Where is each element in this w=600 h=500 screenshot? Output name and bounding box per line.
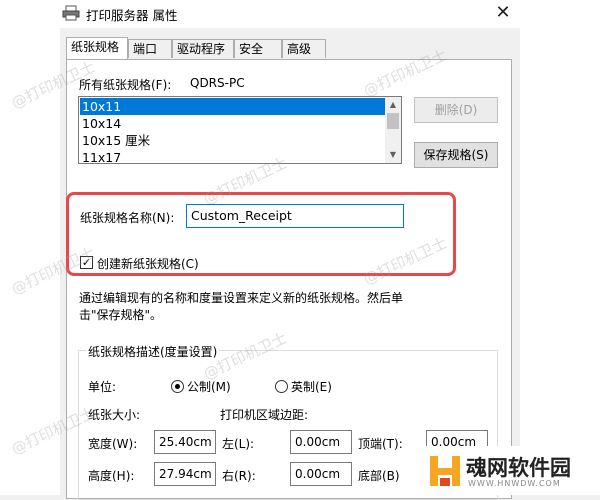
right-margin-label: 右(R):: [222, 469, 256, 483]
create-form-label: 创建新纸张规格(C): [97, 257, 199, 271]
form-name-label: 纸张规格名称(N):: [80, 211, 175, 225]
tab-ports[interactable]: 端口: [128, 39, 172, 58]
forms-listbox[interactable]: 10x11 10x14 10x15 厘米 11x17 ▲ ▼: [78, 96, 402, 164]
list-item[interactable]: 10x14: [80, 115, 385, 132]
height-label: 高度(H):: [88, 469, 135, 483]
measurements-group-title: 纸张规格描述(度量设置): [86, 343, 220, 360]
margins-label: 打印机区域边距:: [220, 408, 309, 422]
delete-button[interactable]: 删除(D): [414, 97, 498, 123]
left-margin-label: 左(L):: [222, 437, 255, 451]
brand-name: 魂网软件园: [466, 456, 571, 480]
description-line-2: 击"保存规格"。: [79, 308, 163, 322]
background-right: [520, 0, 600, 495]
tab-security[interactable]: 安全: [234, 39, 282, 58]
close-button[interactable]: ✕: [492, 3, 514, 23]
english-radio[interactable]: [275, 380, 288, 393]
description-line-1: 通过编辑现有的名称和度量设置来定义新的纸张规格。然后单: [79, 291, 404, 305]
brand-url: WWW.HNWDW.COM: [468, 479, 561, 488]
form-name-input[interactable]: Custom_Receipt: [186, 204, 404, 228]
brand-mark-icon: [430, 456, 460, 486]
top-margin-label: 顶端(T):: [358, 437, 403, 451]
width-label: 宽度(W):: [88, 437, 138, 451]
height-input[interactable]: 27.94cm: [154, 462, 216, 486]
scroll-down-icon[interactable]: ▼: [385, 147, 401, 163]
server-name: QDRS-PC: [190, 76, 245, 90]
right-margin-input[interactable]: 0.00cm: [290, 462, 352, 486]
title-bar: 打印服务器 属性 ✕: [0, 0, 520, 28]
tab-advanced[interactable]: 高级: [282, 39, 326, 58]
listbox-scrollbar[interactable]: ▲ ▼: [385, 97, 401, 163]
all-forms-label: 所有纸张规格(F):: [79, 78, 172, 92]
scroll-up-icon[interactable]: ▲: [385, 97, 401, 113]
bottom-margin-label: 底部(B): [358, 469, 400, 483]
brand-logo: 魂网软件园 WWW.HNWDW.COM: [424, 446, 600, 495]
width-input[interactable]: 25.40cm: [154, 430, 216, 454]
english-label: 英制(E): [291, 380, 332, 394]
left-margin-input[interactable]: 0.00cm: [290, 430, 352, 454]
list-item[interactable]: 10x15 厘米: [80, 132, 385, 149]
printer-icon: [62, 5, 80, 21]
scroll-thumb[interactable]: [387, 113, 399, 129]
tab-forms[interactable]: 纸张规格: [66, 37, 128, 59]
list-item[interactable]: 11x17: [80, 149, 385, 163]
metric-radio[interactable]: [171, 380, 184, 393]
list-item[interactable]: 10x11: [80, 98, 385, 115]
units-label: 单位:: [88, 380, 117, 394]
tab-drivers[interactable]: 驱动程序: [172, 39, 234, 58]
save-form-button[interactable]: 保存规格(S): [414, 142, 498, 168]
window-title: 打印服务器 属性: [86, 8, 178, 23]
